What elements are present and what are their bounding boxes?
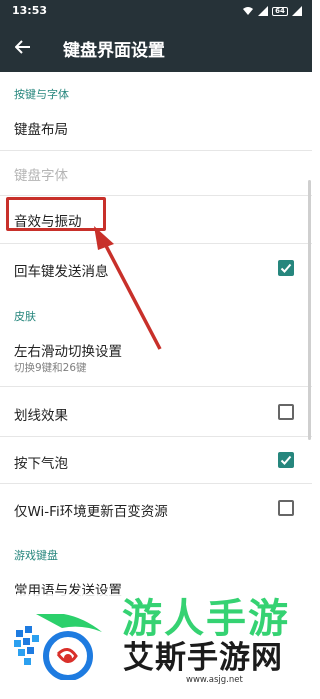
- watermark-site-name: 艾斯手游网: [123, 640, 283, 676]
- setting-label: 键盘字体: [14, 168, 68, 184]
- section-header-game-keyboard: 游戏键盘: [14, 549, 58, 562]
- highlight-box: [6, 197, 106, 231]
- signal-icon-2: [292, 6, 302, 16]
- setting-keyboard-layout[interactable]: 键盘布局: [0, 104, 312, 150]
- wifi-update-checkbox[interactable]: [278, 500, 294, 516]
- watermark: 游人手游 艾斯手游网 www.asjg.net: [0, 594, 312, 699]
- back-arrow-icon: [15, 40, 30, 54]
- watermark-url: www.asjg.net: [186, 675, 243, 685]
- setting-label: 键盘布局: [14, 122, 68, 138]
- back-button[interactable]: [8, 32, 38, 62]
- setting-label: 左右滑动切换设置: [14, 344, 122, 360]
- press-bubble-checkbox[interactable]: [278, 452, 294, 468]
- setting-swipe-switch[interactable]: 左右滑动切换设置 切换9键和26键: [0, 328, 312, 386]
- swipe-effect-checkbox[interactable]: [278, 404, 294, 420]
- wifi-icon: [243, 7, 253, 15]
- setting-press-bubble[interactable]: 按下气泡: [0, 437, 312, 483]
- scrollbar[interactable]: [308, 180, 311, 440]
- setting-label: 划线效果: [14, 408, 68, 424]
- check-icon: [280, 263, 292, 273]
- status-time: 13:53: [12, 4, 48, 17]
- status-icons: 64: [242, 5, 302, 17]
- setting-wifi-update[interactable]: 仅Wi-Fi环境更新百变资源: [0, 484, 312, 532]
- setting-label: 按下气泡: [14, 456, 68, 472]
- setting-label: 仅Wi-Fi环境更新百变资源: [14, 504, 168, 520]
- app-bar: 键盘界面设置: [0, 22, 312, 72]
- status-bar: 13:53 64: [0, 0, 312, 22]
- setting-enter-send[interactable]: 回车键发送消息: [0, 244, 312, 292]
- setting-label: 回车键发送消息: [14, 264, 109, 280]
- check-icon: [280, 455, 292, 465]
- setting-swipe-effect[interactable]: 划线效果: [0, 387, 312, 436]
- signal-icon: [258, 6, 268, 16]
- section-header-keys-fonts: 按键与字体: [14, 88, 69, 101]
- setting-summary: 切换9键和26键: [14, 362, 87, 374]
- page-title: 键盘界面设置: [63, 41, 165, 61]
- enter-send-checkbox[interactable]: [278, 260, 294, 276]
- site-logo-icon: [14, 614, 102, 680]
- battery-icon: 64: [272, 6, 288, 16]
- setting-keyboard-font: 键盘字体: [0, 151, 312, 195]
- section-header-skin: 皮肤: [14, 310, 36, 323]
